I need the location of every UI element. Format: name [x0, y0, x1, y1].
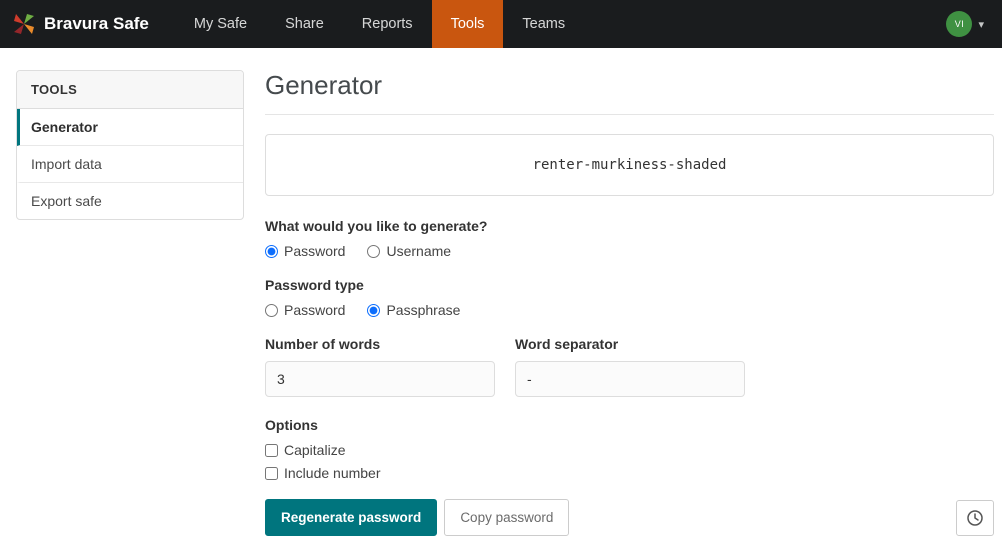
generate-username-radio[interactable] [367, 244, 381, 258]
bravura-logo-icon [12, 12, 36, 36]
capitalize-label: Capitalize [284, 442, 346, 458]
nav-item-reports[interactable]: Reports [343, 0, 432, 48]
copy-password-button[interactable]: Copy password [444, 499, 570, 536]
generate-type-radio-group: Password Username [265, 243, 994, 259]
password-type-option-password[interactable]: Password [265, 302, 345, 318]
include-number-option[interactable]: Include number [265, 465, 994, 481]
nav-items: My Safe Share Reports Tools Teams [175, 0, 584, 48]
nav-item-teams[interactable]: Teams [503, 0, 584, 48]
include-number-label: Include number [284, 465, 381, 481]
generate-option-username[interactable]: Username [367, 243, 451, 259]
capitalize-checkbox[interactable] [265, 443, 278, 457]
actions-left: Regenerate password Copy password [265, 499, 570, 536]
actions-row: Regenerate password Copy password [265, 499, 994, 536]
sidebar-title: TOOLS [17, 71, 243, 109]
account-menu[interactable]: VI ▾ [928, 0, 1002, 48]
include-number-checkbox[interactable] [265, 466, 278, 480]
password-history-button[interactable] [956, 499, 994, 536]
nav-item-share[interactable]: Share [266, 0, 343, 48]
number-of-words-field: Number of words [265, 336, 495, 397]
password-type-passphrase-label: Passphrase [386, 302, 461, 318]
word-separator-input[interactable] [515, 361, 745, 397]
regenerate-password-button[interactable]: Regenerate password [265, 499, 438, 536]
password-type-label: Password type [265, 277, 364, 293]
password-type-password-radio[interactable] [265, 303, 278, 317]
password-type-password-label: Password [284, 302, 346, 318]
top-navigation: Bravura Safe My Safe Share Reports Tools… [0, 0, 1002, 48]
password-type-radio-group: Password Passphrase [265, 302, 994, 318]
generator-panel: Generator renter-murkiness-shaded What w… [265, 70, 994, 546]
generated-password-display[interactable]: renter-murkiness-shaded [265, 134, 994, 196]
nav-item-tools[interactable]: Tools [431, 0, 504, 48]
password-type-option-passphrase[interactable]: Passphrase [367, 302, 460, 318]
capitalize-option[interactable]: Capitalize [265, 442, 994, 458]
content-area: TOOLS Generator Import data Export safe … [0, 48, 1002, 546]
options-label: Options [265, 417, 318, 433]
number-of-words-input[interactable] [265, 361, 495, 397]
generate-password-label: Password [284, 243, 346, 259]
brand-name: Bravura Safe [44, 14, 149, 33]
generate-password-radio[interactable] [265, 244, 278, 258]
password-type-passphrase-radio[interactable] [367, 303, 381, 317]
page-title: Generator [265, 70, 994, 115]
clock-history-icon [966, 509, 984, 527]
chevron-down-icon: ▾ [978, 18, 984, 31]
avatar: VI [946, 11, 973, 37]
generate-username-label: Username [386, 243, 452, 259]
passphrase-settings-row: Number of words Word separator [265, 336, 994, 397]
number-of-words-label: Number of words [265, 336, 381, 352]
sidebar-item-import-data[interactable]: Import data [17, 146, 243, 183]
sidebar-item-export-safe[interactable]: Export safe [17, 183, 243, 219]
word-separator-field: Word separator [515, 336, 745, 397]
generate-option-password[interactable]: Password [265, 243, 345, 259]
sidebar-item-generator[interactable]: Generator [17, 109, 243, 146]
tools-sidebar: TOOLS Generator Import data Export safe [16, 70, 244, 220]
brand-home-link[interactable]: Bravura Safe [12, 0, 149, 48]
generate-question-label: What would you like to generate? [265, 218, 488, 234]
options-list: Capitalize Include number [265, 442, 994, 481]
word-separator-label: Word separator [515, 336, 619, 352]
nav-item-my-safe[interactable]: My Safe [175, 0, 266, 48]
